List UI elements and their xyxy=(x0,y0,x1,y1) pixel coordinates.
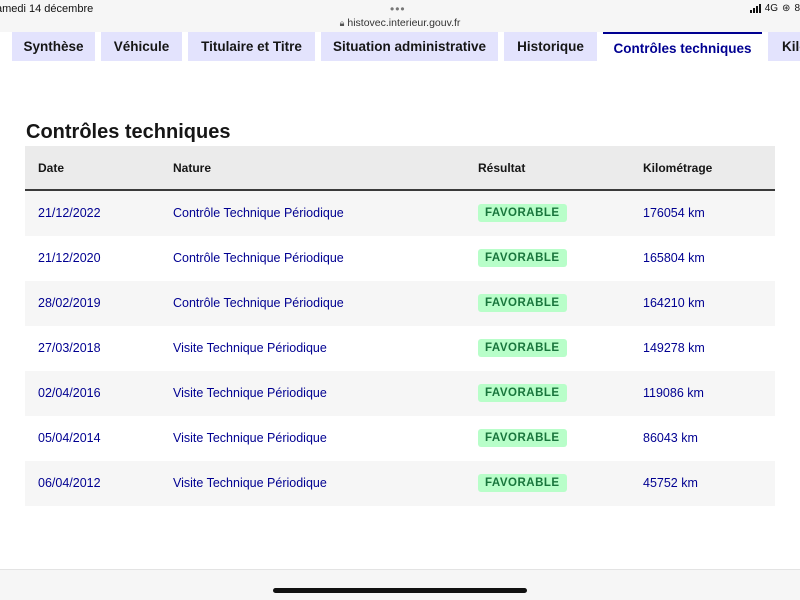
tab-controles-techniques[interactable]: Contrôles techniques xyxy=(603,32,762,62)
cell-date: 06/04/2012 xyxy=(38,476,101,490)
signal-icon xyxy=(749,4,761,13)
tab-vehicule[interactable]: Véhicule xyxy=(101,32,182,61)
cell-km: 176054 km xyxy=(643,206,705,220)
tab-synthese[interactable]: Synthèse xyxy=(12,32,95,61)
section-title: Contrôles techniques xyxy=(26,121,231,143)
cell-nature: Contrôle Technique Périodique xyxy=(173,251,344,265)
result-badge: FAVORABLE xyxy=(478,384,567,402)
table-row: 05/04/2014 Visite Technique Périodique F… xyxy=(25,416,775,461)
cell-date: 21/12/2022 xyxy=(38,206,101,220)
cell-date: 02/04/2016 xyxy=(38,386,101,400)
table-row: 21/12/2020 Contrôle Technique Périodique… xyxy=(25,236,775,281)
table-row: 27/03/2018 Visite Technique Périodique F… xyxy=(25,326,775,371)
battery-percent: 8 xyxy=(794,3,800,14)
cell-date: 21/12/2020 xyxy=(38,251,101,265)
screen: amedi 14 décembre ••• 🔒︎ histovec.interie… xyxy=(0,0,800,600)
tab-bar: Synthèse Véhicule Titulaire et Titre Sit… xyxy=(0,32,800,62)
cell-km: 165804 km xyxy=(643,251,705,265)
cell-nature: Visite Technique Périodique xyxy=(173,386,327,400)
controls-table: Date Nature Résultat Kilométrage 21/12/2… xyxy=(25,146,775,506)
tab-titulaire-titre[interactable]: Titulaire et Titre xyxy=(188,32,315,61)
more-dots-icon[interactable]: ••• xyxy=(390,2,406,16)
table-row: 06/04/2012 Visite Technique Périodique F… xyxy=(25,461,775,506)
cell-date: 05/04/2014 xyxy=(38,431,101,445)
cell-nature: Visite Technique Périodique xyxy=(173,431,327,445)
tab-situation-administrative[interactable]: Situation administrative xyxy=(321,32,498,61)
result-badge: FAVORABLE xyxy=(478,339,567,357)
address-bar[interactable]: 🔒︎ histovec.interieur.gouv.fr xyxy=(0,17,800,29)
network-label: 4G xyxy=(764,3,779,14)
table-row: 21/12/2022 Contrôle Technique Périodique… xyxy=(25,191,775,236)
header-kilometrage: Kilométrage xyxy=(643,161,713,175)
header-nature: Nature xyxy=(173,161,212,175)
cell-km: 164210 km xyxy=(643,296,705,310)
result-badge: FAVORABLE xyxy=(478,204,567,222)
page-content: Synthèse Véhicule Titulaire et Titre Sit… xyxy=(0,32,800,570)
address-url: histovec.interieur.gouv.fr xyxy=(347,17,461,29)
cell-nature: Visite Technique Périodique xyxy=(173,341,327,355)
status-bar: amedi 14 décembre ••• 🔒︎ histovec.interie… xyxy=(0,0,800,32)
cell-km: 149278 km xyxy=(643,341,705,355)
table-row: 02/04/2016 Visite Technique Périodique F… xyxy=(25,371,775,416)
header-resultat: Résultat xyxy=(478,161,526,175)
table-header: Date Nature Résultat Kilométrage xyxy=(25,146,775,191)
tab-kilometrage[interactable]: Kilo xyxy=(768,32,800,61)
cell-nature: Contrôle Technique Périodique xyxy=(173,296,344,310)
home-indicator[interactable] xyxy=(273,588,527,593)
result-badge: FAVORABLE xyxy=(478,294,567,312)
result-badge: FAVORABLE xyxy=(478,429,567,447)
cell-date: 27/03/2018 xyxy=(38,341,101,355)
cell-km: 119086 km xyxy=(643,386,704,400)
cell-km: 45752 km xyxy=(643,476,698,490)
result-badge: FAVORABLE xyxy=(478,474,567,492)
orientation-lock-icon: ⊛ xyxy=(782,3,791,14)
lock-icon: 🔒︎ xyxy=(339,18,345,28)
table-row: 28/02/2019 Contrôle Technique Périodique… xyxy=(25,281,775,326)
header-date: Date xyxy=(38,161,65,175)
tab-historique[interactable]: Historique xyxy=(504,32,597,61)
status-date: amedi 14 décembre xyxy=(0,3,94,15)
cell-km: 86043 km xyxy=(643,431,698,445)
cell-nature: Visite Technique Périodique xyxy=(173,476,327,490)
result-badge: FAVORABLE xyxy=(478,249,567,267)
cell-nature: Contrôle Technique Périodique xyxy=(173,206,344,220)
cell-date: 28/02/2019 xyxy=(38,296,101,310)
status-indicators: 4G ⊛ 8 xyxy=(749,3,800,14)
